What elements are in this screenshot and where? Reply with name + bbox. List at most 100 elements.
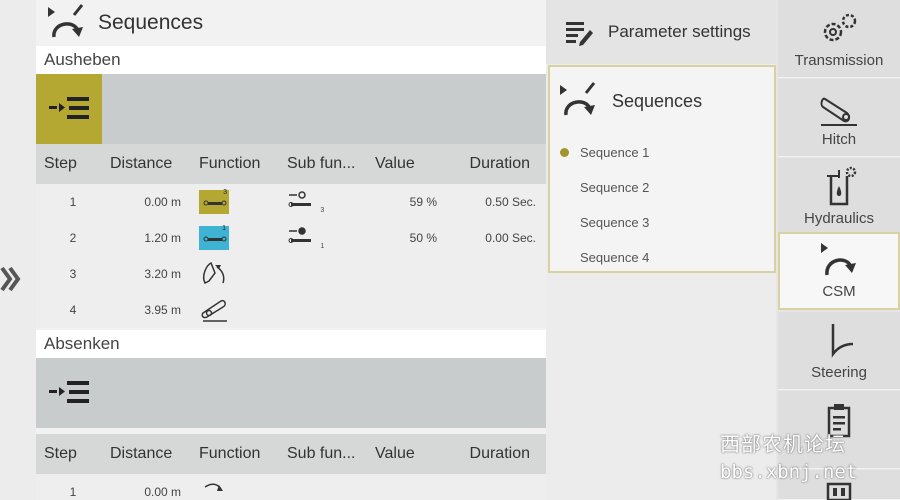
cell-function: 1 [191,220,279,256]
watermark: 西部农机论坛 bbs.xbnj.net [720,428,900,483]
csm-icon [821,243,856,276]
cell-value [367,292,447,328]
section-title-lower: Absenken [36,330,546,358]
hitch-lower-function-icon: 1 [199,225,229,250]
steps-table-raise: Step Distance Function Sub fun... Value … [36,144,546,328]
cell-step: 1 [36,184,102,220]
col-sub-function: Sub fun... [279,144,367,184]
nav-item-hydraulics[interactable]: Hydraulics [778,158,900,236]
steering-icon [831,324,854,358]
valve-port-icon [288,226,311,243]
cell-function [191,292,279,328]
add-step-button[interactable] [36,74,102,144]
col-distance: Distance [102,434,191,474]
cell-sub-function: 1 [279,220,367,256]
col-value: Value [367,144,447,184]
col-duration: Duration [447,434,546,474]
cell-duration: 0.00 Sec. [447,220,546,256]
sub-function-value: 3 [320,206,325,214]
col-value: Value [367,434,447,474]
sequences-list-title: Sequences [612,90,703,111]
sequence-item-4[interactable]: Sequence 4 [550,240,774,275]
table-row[interactable]: 1 0.00 m [36,474,546,500]
nav-label: Transmission [794,52,884,69]
cell-step: 1 [36,474,102,500]
sequences-list-header: Sequences [550,67,774,135]
expand-arrows-icon[interactable] [0,262,22,296]
col-function: Function [191,144,279,184]
function-badge: 3 [223,189,227,196]
hitch-icon [820,97,857,126]
csm-sequence-icon [560,82,596,116]
sequence-label: Sequence 1 [580,145,650,160]
cell-step: 4 [36,292,102,328]
rear-hitch-icon [204,483,223,491]
cell-function [191,474,279,500]
sequences-editor: Sequences Ausheben Step Distance Functio… [36,0,546,500]
function-badge: 1 [222,225,226,232]
hydraulics-icon [827,166,857,206]
cell-sub-function: 3 [279,184,367,220]
add-step-button-lower[interactable] [36,358,102,428]
cell-distance: 3.95 m [102,292,191,328]
action-band-raise [36,74,546,144]
parameter-settings-header[interactable]: Parameter settings [546,0,776,64]
cell-function: 3 [191,184,279,220]
nav-item-hitch[interactable]: Hitch [778,79,900,157]
cell-value: 59 % [367,184,447,220]
nav-label: Hitch [821,131,857,148]
parameter-settings-panel: Parameter settings Sequences Sequence 1 … [546,0,776,500]
table-row[interactable]: 1 0.00 m 3 3 59 % 0.50 Sec. [36,184,546,220]
sequence-item-3[interactable]: Sequence 3 [550,205,774,240]
add-step-icon [49,97,89,119]
pto-icon [201,299,227,322]
col-step: Step [36,434,102,474]
rear-hitch-icon [202,261,225,284]
cell-distance: 0.00 m [102,184,191,220]
cell-value: 50 % [367,220,447,256]
sub-function-value: 1 [320,242,325,250]
steps-table-lower: Step Distance Function Sub fun... Value … [36,434,546,500]
nav-label: Steering [811,364,867,381]
cell-step: 3 [36,256,102,292]
sequence-label: Sequence 4 [580,250,650,265]
cell-sub-function [279,256,367,292]
watermark-cn: 西部农机论坛 [720,434,846,456]
hitch-raise-function-icon: 3 [199,189,229,214]
table-row[interactable]: 2 1.20 m 1 1 50 % 0.00 Sec. [36,220,546,256]
table-header: Step Distance Function Sub fun... Value … [36,144,546,184]
nav-item-transmission[interactable]: Transmission [778,0,900,78]
col-duration: Duration [447,144,546,184]
cell-distance: 0.00 m [102,474,191,500]
main-header: Sequences [36,0,546,46]
sequences-list: Sequences Sequence 1 Sequence 2 Sequence… [548,65,776,273]
sequence-item-2[interactable]: Sequence 2 [550,170,774,205]
parameter-settings-label: Parameter settings [608,22,751,41]
valve-port-icon [288,190,311,207]
sequence-item-1[interactable]: Sequence 1 [550,135,774,170]
nav-item-csm[interactable]: CSM [778,232,900,310]
table-row[interactable]: 3 3.20 m [36,256,546,292]
nav-label: Hydraulics [803,210,875,227]
page-title: Sequences [98,11,204,34]
right-navigation: Transmission Hitch Hydraulics CSM Steeri… [776,0,900,500]
sequence-label: Sequence 2 [580,180,650,195]
left-strip [0,0,36,500]
nav-label: CSM [822,283,856,300]
nav-item-steering[interactable]: Steering [778,312,900,390]
cell-distance: 3.20 m [102,256,191,292]
active-dot-icon [560,148,569,157]
sequence-label: Sequence 3 [580,215,650,230]
cell-function [191,256,279,292]
parameter-edit-icon [566,22,593,46]
col-step: Step [36,144,102,184]
table-row[interactable]: 4 3.95 m [36,292,546,328]
cell-step: 2 [36,220,102,256]
col-function: Function [191,434,279,474]
section-title-raise: Ausheben [36,46,546,74]
cell-duration [447,256,546,292]
col-sub-function: Sub fun... [279,434,367,474]
cell-distance: 1.20 m [102,220,191,256]
gears-icon [823,13,857,42]
cell-sub-function [279,292,367,328]
